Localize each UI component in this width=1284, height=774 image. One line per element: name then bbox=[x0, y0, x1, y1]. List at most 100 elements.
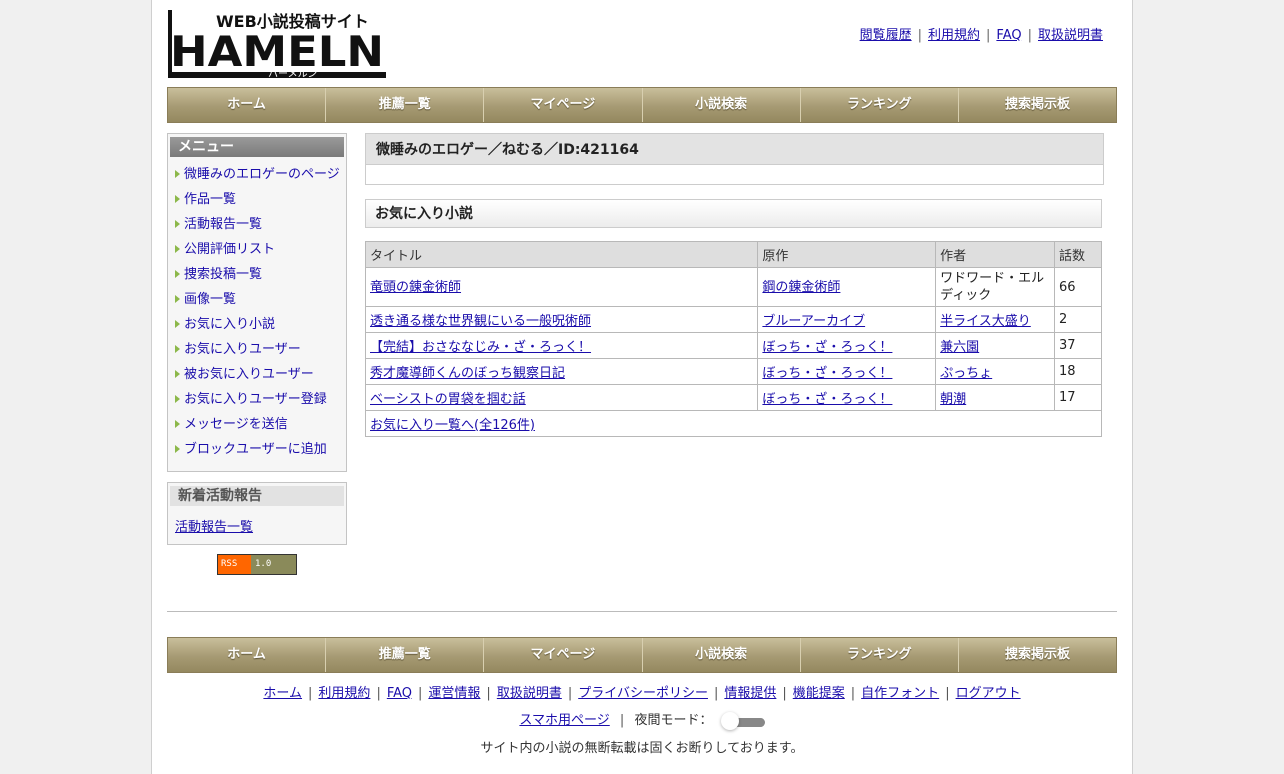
nav-home[interactable]: ホーム bbox=[168, 88, 327, 122]
footer-nav: ホーム 推薦一覧 マイページ 小説検索 ランキング 捜索掲示板 bbox=[167, 637, 1117, 673]
novel-title-link[interactable]: 【完結】おさななじみ・ざ・ろっく！ bbox=[370, 340, 591, 355]
col-title-header: タイトル bbox=[364, 241, 759, 268]
main-nav: ホーム 推薦一覧 マイページ 小説検索 ランキング 捜索掲示板 bbox=[167, 87, 1117, 123]
footer-nav-ranking[interactable]: ランキング bbox=[801, 638, 959, 672]
footer-operations-link[interactable]: 運営情報 bbox=[428, 686, 480, 701]
sidebar-item-block-user[interactable]: ブロックユーザーに追加 bbox=[168, 437, 346, 462]
sidebar-item-fav-novels[interactable]: お気に入り小説 bbox=[168, 312, 346, 337]
night-mode-toggle[interactable] bbox=[720, 711, 765, 730]
favorite-novels-table: タイトル 原作 作者 話数 竜頭の錬金術師 鋼の錬金術師 ワドワード・エルディッ… bbox=[364, 241, 1102, 437]
sidebar-item-activity-reports[interactable]: 活動報告一覧 bbox=[168, 212, 346, 237]
table-row: ベーシストの胃袋を掴む話 ぼっち・ざ・ろっく！ 朝潮 17 bbox=[364, 384, 1102, 411]
footer-info-link[interactable]: 情報提供 bbox=[724, 686, 776, 701]
arrow-icon bbox=[175, 320, 180, 328]
original-link[interactable]: ぼっち・ざ・ろっく！ bbox=[762, 392, 892, 407]
arrow-icon bbox=[175, 270, 180, 278]
manual-link[interactable]: 取扱説明書 bbox=[1038, 28, 1103, 43]
faq-link[interactable]: FAQ bbox=[996, 28, 1021, 43]
arrow-icon bbox=[175, 170, 180, 178]
sidebar-item-add-fav-user[interactable]: お気に入りユーザー登録 bbox=[168, 387, 346, 412]
nav-novel-search[interactable]: 小説検索 bbox=[643, 88, 801, 122]
terms-link[interactable]: 利用規約 bbox=[928, 28, 980, 43]
sidebar-item-favorited-by[interactable]: 被お気に入りユーザー bbox=[168, 362, 346, 387]
footer-home-link[interactable]: ホーム bbox=[263, 686, 302, 701]
news-title: 新着活動報告 bbox=[170, 486, 344, 506]
footer-nav-search-board[interactable]: 捜索掲示板 bbox=[959, 638, 1116, 672]
mobile-page-link[interactable]: スマホ用ページ bbox=[519, 713, 609, 728]
rss-badge[interactable]: RSS 1.0 bbox=[217, 554, 297, 575]
sidebar-item-search-posts[interactable]: 捜索投稿一覧 bbox=[168, 262, 346, 287]
arrow-icon bbox=[175, 245, 180, 253]
original-link[interactable]: ぼっち・ざ・ろっく！ bbox=[762, 366, 892, 381]
author-link[interactable]: 兼六園 bbox=[940, 340, 979, 355]
table-row: 透き通る様な世界観にいる一般呪術師 ブルーアーカイブ 半ライス大盛り 2 bbox=[364, 306, 1102, 333]
table-more-row: お気に入り一覧へ(全126件) bbox=[365, 410, 1102, 437]
footer-terms-link[interactable]: 利用規約 bbox=[318, 686, 370, 701]
nav-ranking[interactable]: ランキング bbox=[801, 88, 959, 122]
table-row: 竜頭の錬金術師 鋼の錬金術師 ワドワード・エルディック 66 bbox=[364, 267, 1102, 307]
footer-manual-link[interactable]: 取扱説明書 bbox=[497, 686, 562, 701]
sidebar-item-public-ratings[interactable]: 公開評価リスト bbox=[168, 237, 346, 262]
author-link[interactable]: 半ライス大盛り bbox=[940, 314, 1031, 329]
sidebar-item-send-message[interactable]: メッセージを送信 bbox=[168, 412, 346, 437]
original-link[interactable]: ぼっち・ざ・ろっく！ bbox=[762, 340, 892, 355]
novel-title-link[interactable]: 秀才魔導師くんのぼっち観察日記 bbox=[370, 366, 565, 381]
author-text: ワドワード・エルディック bbox=[935, 267, 1056, 307]
col-original-header: 原作 bbox=[757, 241, 937, 268]
footer-faq-link[interactable]: FAQ bbox=[387, 686, 412, 701]
episode-count: 2 bbox=[1054, 306, 1102, 333]
more-favorites-link[interactable]: お気に入り一覧へ(全126件) bbox=[370, 418, 535, 433]
footer-nav-home[interactable]: ホーム bbox=[168, 638, 327, 672]
footer-links: ホーム | 利用規約 | FAQ | 運営情報 | 取扱説明書 | プライバシーポリシー | 情報提供 |… bbox=[263, 686, 1021, 701]
footer-nav-recommend[interactable]: 推薦一覧 bbox=[326, 638, 485, 672]
footer-logout-link[interactable]: ログアウト bbox=[956, 686, 1021, 701]
arrow-icon bbox=[175, 395, 180, 403]
sidebar-item-works[interactable]: 作品一覧 bbox=[168, 187, 346, 212]
col-author-header: 作者 bbox=[935, 241, 1056, 268]
page-container: WEB小説投稿サイト HAMELN ハーメルン 閲覧履歴 | 利用規約 | FAQ | 取扱… bbox=[151, 0, 1133, 774]
original-link[interactable]: 鋼の錬金術師 bbox=[762, 280, 840, 295]
author-link[interactable]: 朝潮 bbox=[940, 392, 966, 407]
footer-nav-mypage[interactable]: マイページ bbox=[484, 638, 643, 672]
nav-mypage[interactable]: マイページ bbox=[484, 88, 643, 122]
novel-title-link[interactable]: ベーシストの胃袋を掴む話 bbox=[370, 392, 526, 407]
novel-title-link[interactable]: 透き通る様な世界観にいる一般呪術師 bbox=[370, 314, 591, 329]
section-title: お気に入り小説 bbox=[365, 199, 1102, 228]
novel-title-link[interactable]: 竜頭の錬金術師 bbox=[370, 280, 461, 295]
arrow-icon bbox=[175, 195, 180, 203]
table-header-row: タイトル 原作 作者 話数 bbox=[364, 241, 1102, 268]
episode-count: 66 bbox=[1054, 267, 1102, 307]
history-link[interactable]: 閲覧履歴 bbox=[860, 28, 912, 43]
footer-nav-novel-search[interactable]: 小説検索 bbox=[643, 638, 801, 672]
nav-search-board[interactable]: 捜索掲示板 bbox=[959, 88, 1116, 122]
copyright-notice: サイト内の小説の無断転載は固くお断りしております。 bbox=[480, 741, 804, 756]
footer-feature-link[interactable]: 機能提案 bbox=[793, 686, 845, 701]
footer-divider bbox=[167, 611, 1117, 612]
arrow-icon bbox=[175, 420, 180, 428]
episode-count: 37 bbox=[1054, 332, 1102, 359]
arrow-icon bbox=[175, 370, 180, 378]
news-box: 新着活動報告 活動報告一覧 bbox=[167, 482, 347, 545]
svg-text:ハーメルン: ハーメルン bbox=[268, 69, 317, 80]
site-logo[interactable]: WEB小説投稿サイト HAMELN ハーメルン bbox=[168, 10, 388, 80]
sidebar-item-fav-users[interactable]: お気に入りユーザー bbox=[168, 337, 346, 362]
sidebar-item-user-page[interactable]: 微睡みのエロゲーのページ bbox=[168, 162, 346, 187]
arrow-icon bbox=[175, 295, 180, 303]
original-link[interactable]: ブルーアーカイブ bbox=[762, 314, 865, 329]
arrow-icon bbox=[175, 445, 180, 453]
episode-count: 18 bbox=[1054, 358, 1102, 385]
footer-privacy-link[interactable]: プライバシーポリシー bbox=[578, 686, 708, 701]
sidebar-item-images[interactable]: 画像一覧 bbox=[168, 287, 346, 312]
nav-recommend[interactable]: 推薦一覧 bbox=[326, 88, 485, 122]
user-info-strip bbox=[365, 165, 1104, 185]
sidebar-menu: メニュー 微睡みのエロゲーのページ 作品一覧 活動報告一覧 公開評価リスト 捜索… bbox=[167, 133, 347, 472]
arrow-icon bbox=[175, 220, 180, 228]
table-row: 秀才魔導師くんのぼっち観察日記 ぼっち・ざ・ろっく！ ぷっちょ 18 bbox=[364, 358, 1102, 385]
menu-title: メニュー bbox=[170, 137, 344, 157]
footer-font-link[interactable]: 自作フォント bbox=[861, 686, 939, 701]
author-link[interactable]: ぷっちょ bbox=[940, 366, 992, 381]
activity-report-link[interactable]: 活動報告一覧 bbox=[175, 516, 253, 535]
episode-count: 17 bbox=[1054, 384, 1102, 411]
user-title: 微睡みのエロゲー／ねむる／ID:421164 bbox=[365, 133, 1104, 165]
arrow-icon bbox=[175, 345, 180, 353]
